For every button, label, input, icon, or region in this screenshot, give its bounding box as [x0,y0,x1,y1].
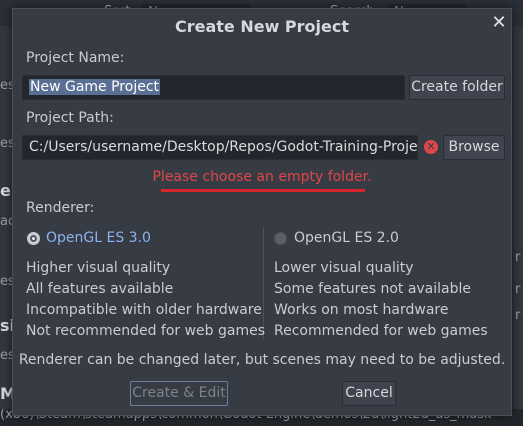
create-edit-button[interactable]: Create & Edit [130,381,228,406]
project-name-input[interactable]: New Game Project [22,75,405,100]
project-path-label: Project Path: [26,110,114,126]
project-path-input[interactable]: C:/Users/username/Desktop/Repos/Godot-Tr… [22,135,418,160]
renderer-option-gles3[interactable]: OpenGL ES 3.0 [46,230,151,246]
list-item-fragment: e [0,181,11,200]
list-item-fragment: r [515,308,521,323]
create-folder-button[interactable]: Create folder [409,75,505,100]
project-list-right-edge: r r r [513,26,523,416]
gles2-feature: Recommended for web games [274,323,488,339]
renderer-label: Renderer: [26,200,95,216]
gles3-feature: Incompatible with older hardware [26,302,262,318]
error-underline [161,189,365,192]
gles3-feature: Higher visual quality [26,260,171,276]
error-icon: ✕ [424,140,438,154]
error-message: Please choose an empty folder. [152,169,372,185]
list-item-fragment: r [515,282,521,297]
cancel-button[interactable]: Cancel [342,381,396,406]
gles2-feature: Some features not available [274,281,472,297]
browse-button[interactable]: Browse [443,135,505,160]
renderer-note: Renderer can be changed later, but scene… [18,352,506,368]
gles2-feature: Lower visual quality [274,260,414,276]
radio-gles3[interactable] [27,232,40,245]
create-project-dialog: Create New Project ✕ Project Name: New G… [12,8,512,416]
radio-gles2[interactable] [274,232,287,245]
renderer-option-gles2[interactable]: OpenGL ES 2.0 [294,230,399,246]
gles2-feature: Works on most hardware [274,302,449,318]
close-icon[interactable]: ✕ [490,14,508,32]
project-name-label: Project Name: [26,50,125,66]
list-item-fragment: r [515,250,521,265]
gles3-feature: Not recommended for web games [26,323,266,339]
dialog-title: Create New Project [174,17,350,36]
gles3-feature: All features available [26,281,174,297]
project-name-value: New Game Project [29,79,161,95]
